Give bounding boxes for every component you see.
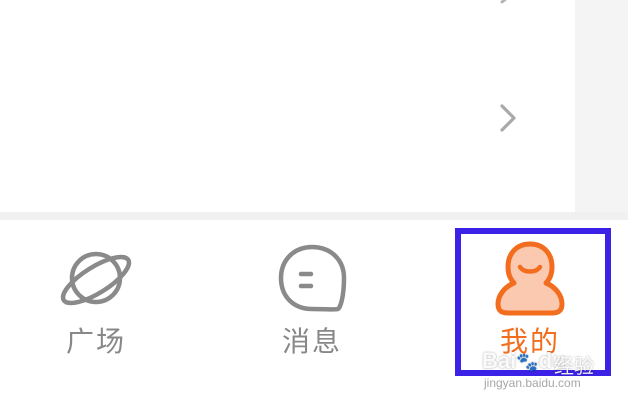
tab-messages[interactable]: 消息 xyxy=(256,220,368,370)
tab-label: 广场 xyxy=(65,325,126,358)
right-gutter xyxy=(575,0,628,212)
tab-mine[interactable]: 我的 xyxy=(468,220,592,370)
content-area xyxy=(0,0,575,212)
planet-icon xyxy=(60,251,132,306)
tab-bar-divider xyxy=(0,212,628,220)
tab-label: 我的 xyxy=(499,325,560,358)
chat-bubble-icon xyxy=(278,244,347,312)
chevron-right-icon[interactable] xyxy=(496,0,518,6)
profile-icon xyxy=(495,241,565,316)
tab-label: 消息 xyxy=(281,325,342,358)
chevron-right-icon[interactable] xyxy=(496,103,520,133)
bottom-tab-bar: 广场 消息 我的 xyxy=(0,220,628,404)
tab-plaza[interactable]: 广场 xyxy=(40,220,152,370)
